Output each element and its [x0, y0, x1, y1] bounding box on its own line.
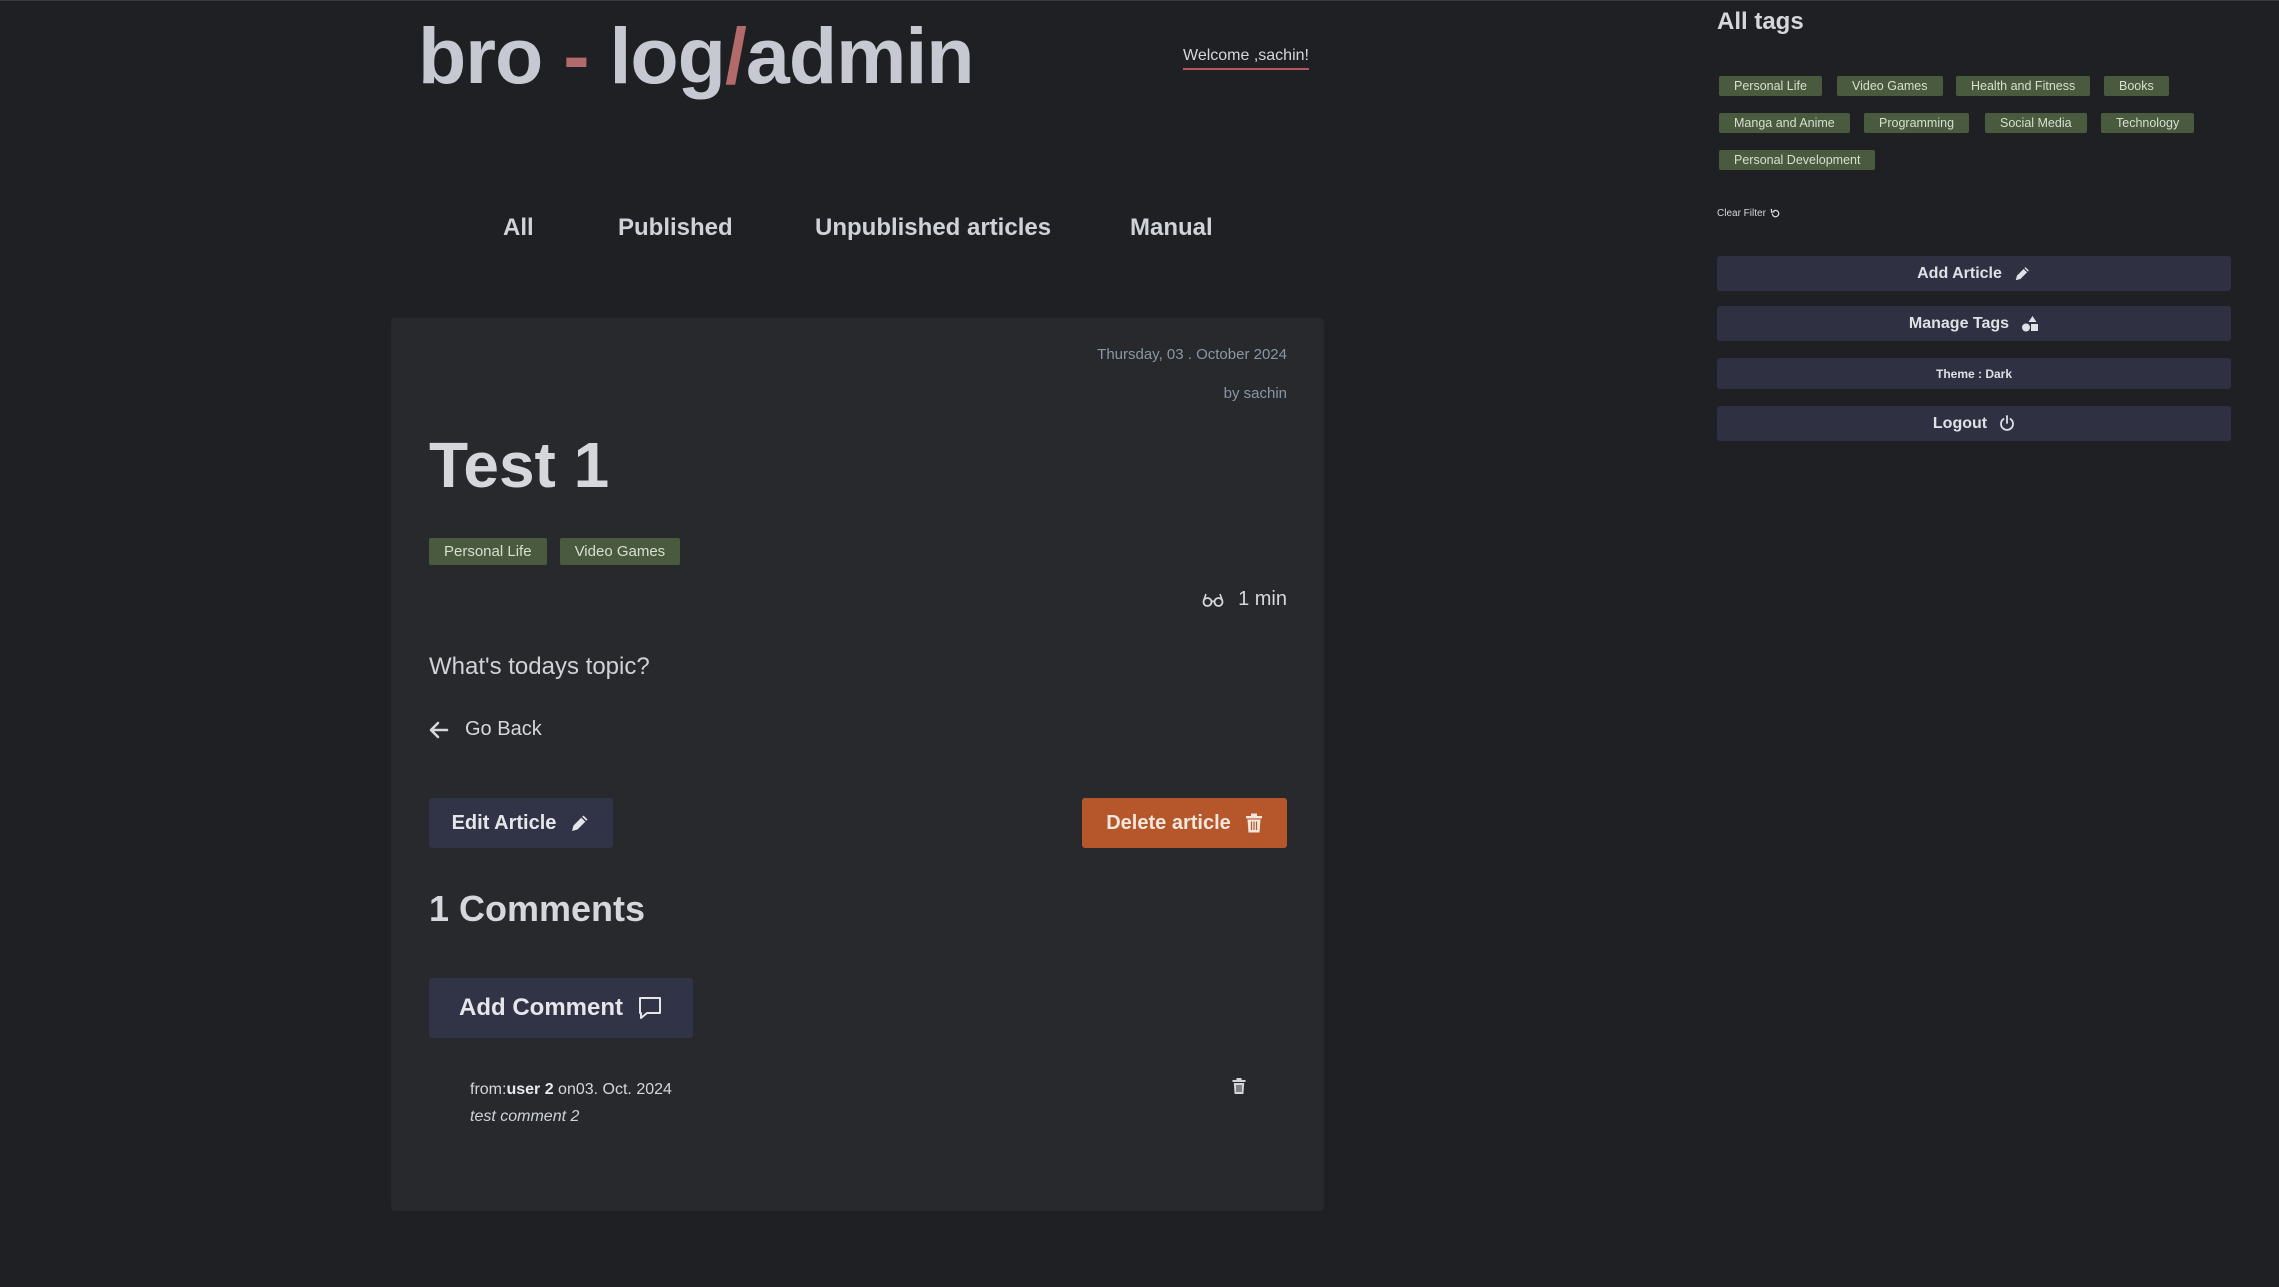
- sidebar-tag[interactable]: Health and Fitness: [1956, 76, 2091, 96]
- manage-tags-button[interactable]: Manage Tags: [1717, 306, 2231, 341]
- add-article-label: Add Article: [1917, 264, 2002, 282]
- sidebar-tag[interactable]: Manga and Anime: [1719, 113, 1850, 133]
- trash-icon: [1232, 1078, 1246, 1094]
- nav-manual[interactable]: Manual: [1130, 214, 1213, 242]
- clear-filter-label: Clear Filter: [1717, 208, 1766, 219]
- add-comment-button[interactable]: Add Comment: [429, 978, 693, 1038]
- read-time: 1 min: [1202, 588, 1287, 611]
- shapes-icon: [2022, 315, 2039, 331]
- comments-heading: 1 Comments: [429, 888, 646, 929]
- comment-icon: [639, 997, 661, 1019]
- clear-filter-button[interactable]: Clear Filter: [1717, 208, 1781, 219]
- article-author: by sachin: [1223, 385, 1287, 402]
- logout-label: Logout: [1932, 414, 1988, 432]
- arrow-left-icon: [429, 721, 449, 738]
- article-tags: Personal Life Video Games: [429, 538, 693, 565]
- logo-text-log: log: [588, 11, 725, 100]
- pencil-icon: [572, 815, 588, 831]
- article-card: Thursday, 03 . October 2024 by sachin Te…: [391, 318, 1324, 1211]
- article-tag[interactable]: Video Games: [559, 538, 681, 565]
- logo-text-admin: admin: [745, 11, 975, 100]
- edit-article-button[interactable]: Edit Article: [429, 798, 613, 848]
- glasses-icon: [1202, 593, 1224, 607]
- theme-toggle-button[interactable]: Theme : Dark: [1717, 358, 2231, 389]
- delete-comment-button[interactable]: [1232, 1078, 1246, 1099]
- add-comment-label: Add Comment: [459, 994, 623, 1021]
- sidebar-tag[interactable]: Video Games: [1837, 76, 1943, 96]
- top-border: [0, 0, 2279, 1]
- comment-user: user 2: [506, 1081, 554, 1098]
- welcome-link[interactable]: Welcome ,sachin!: [1183, 47, 1309, 70]
- comment-meta: from:user 2 on03. Oct. 2024: [470, 1081, 672, 1099]
- logout-button[interactable]: Logout: [1717, 406, 2231, 441]
- edit-article-label: Edit Article: [451, 811, 557, 834]
- all-tags-title: All tags: [1717, 8, 1804, 35]
- comment-date: 03. Oct. 2024: [575, 1081, 672, 1098]
- go-back-label: Go Back: [465, 718, 542, 740]
- sidebar-tag[interactable]: Programming: [1864, 113, 1970, 133]
- pencil-icon: [2015, 267, 2029, 281]
- read-time-value: 1 min: [1238, 588, 1287, 610]
- article-date: Thursday, 03 . October 2024: [1097, 346, 1287, 363]
- site-logo[interactable]: bro - log/admin: [418, 10, 975, 102]
- logo-text-bro: bro: [418, 11, 564, 100]
- article-tag[interactable]: Personal Life: [429, 538, 547, 565]
- power-icon: [2000, 415, 2014, 431]
- article-title: Test 1: [429, 429, 610, 501]
- sidebar-tag[interactable]: Personal Life: [1719, 76, 1822, 96]
- manage-tags-label: Manage Tags: [1908, 314, 2010, 332]
- add-article-button[interactable]: Add Article: [1717, 256, 2231, 291]
- comment-on-label: on: [553, 1081, 576, 1098]
- comment-from-label: from:: [470, 1081, 507, 1098]
- trash-icon: [1245, 813, 1262, 833]
- theme-label: Theme : Dark: [1935, 366, 2013, 381]
- article-body: What's todays topic?: [429, 653, 650, 680]
- logo-dash: -: [563, 11, 589, 100]
- comment-text: test comment 2: [470, 1108, 580, 1125]
- sidebar-tag[interactable]: Technology: [2101, 113, 2195, 133]
- refresh-icon: [1770, 208, 1780, 218]
- delete-article-label: Delete article: [1106, 811, 1231, 834]
- go-back-link[interactable]: Go Back: [429, 718, 542, 741]
- sidebar-tag[interactable]: Books: [2104, 76, 2169, 96]
- nav-published[interactable]: Published: [618, 214, 733, 242]
- logo-slash: /: [724, 11, 747, 100]
- delete-article-button[interactable]: Delete article: [1082, 798, 1287, 848]
- sidebar-tag[interactable]: Social Media: [1985, 113, 2087, 133]
- sidebar-tag[interactable]: Personal Development: [1719, 150, 1876, 170]
- nav-all[interactable]: All: [503, 214, 534, 242]
- nav-unpublished[interactable]: Unpublished articles: [815, 214, 1051, 242]
